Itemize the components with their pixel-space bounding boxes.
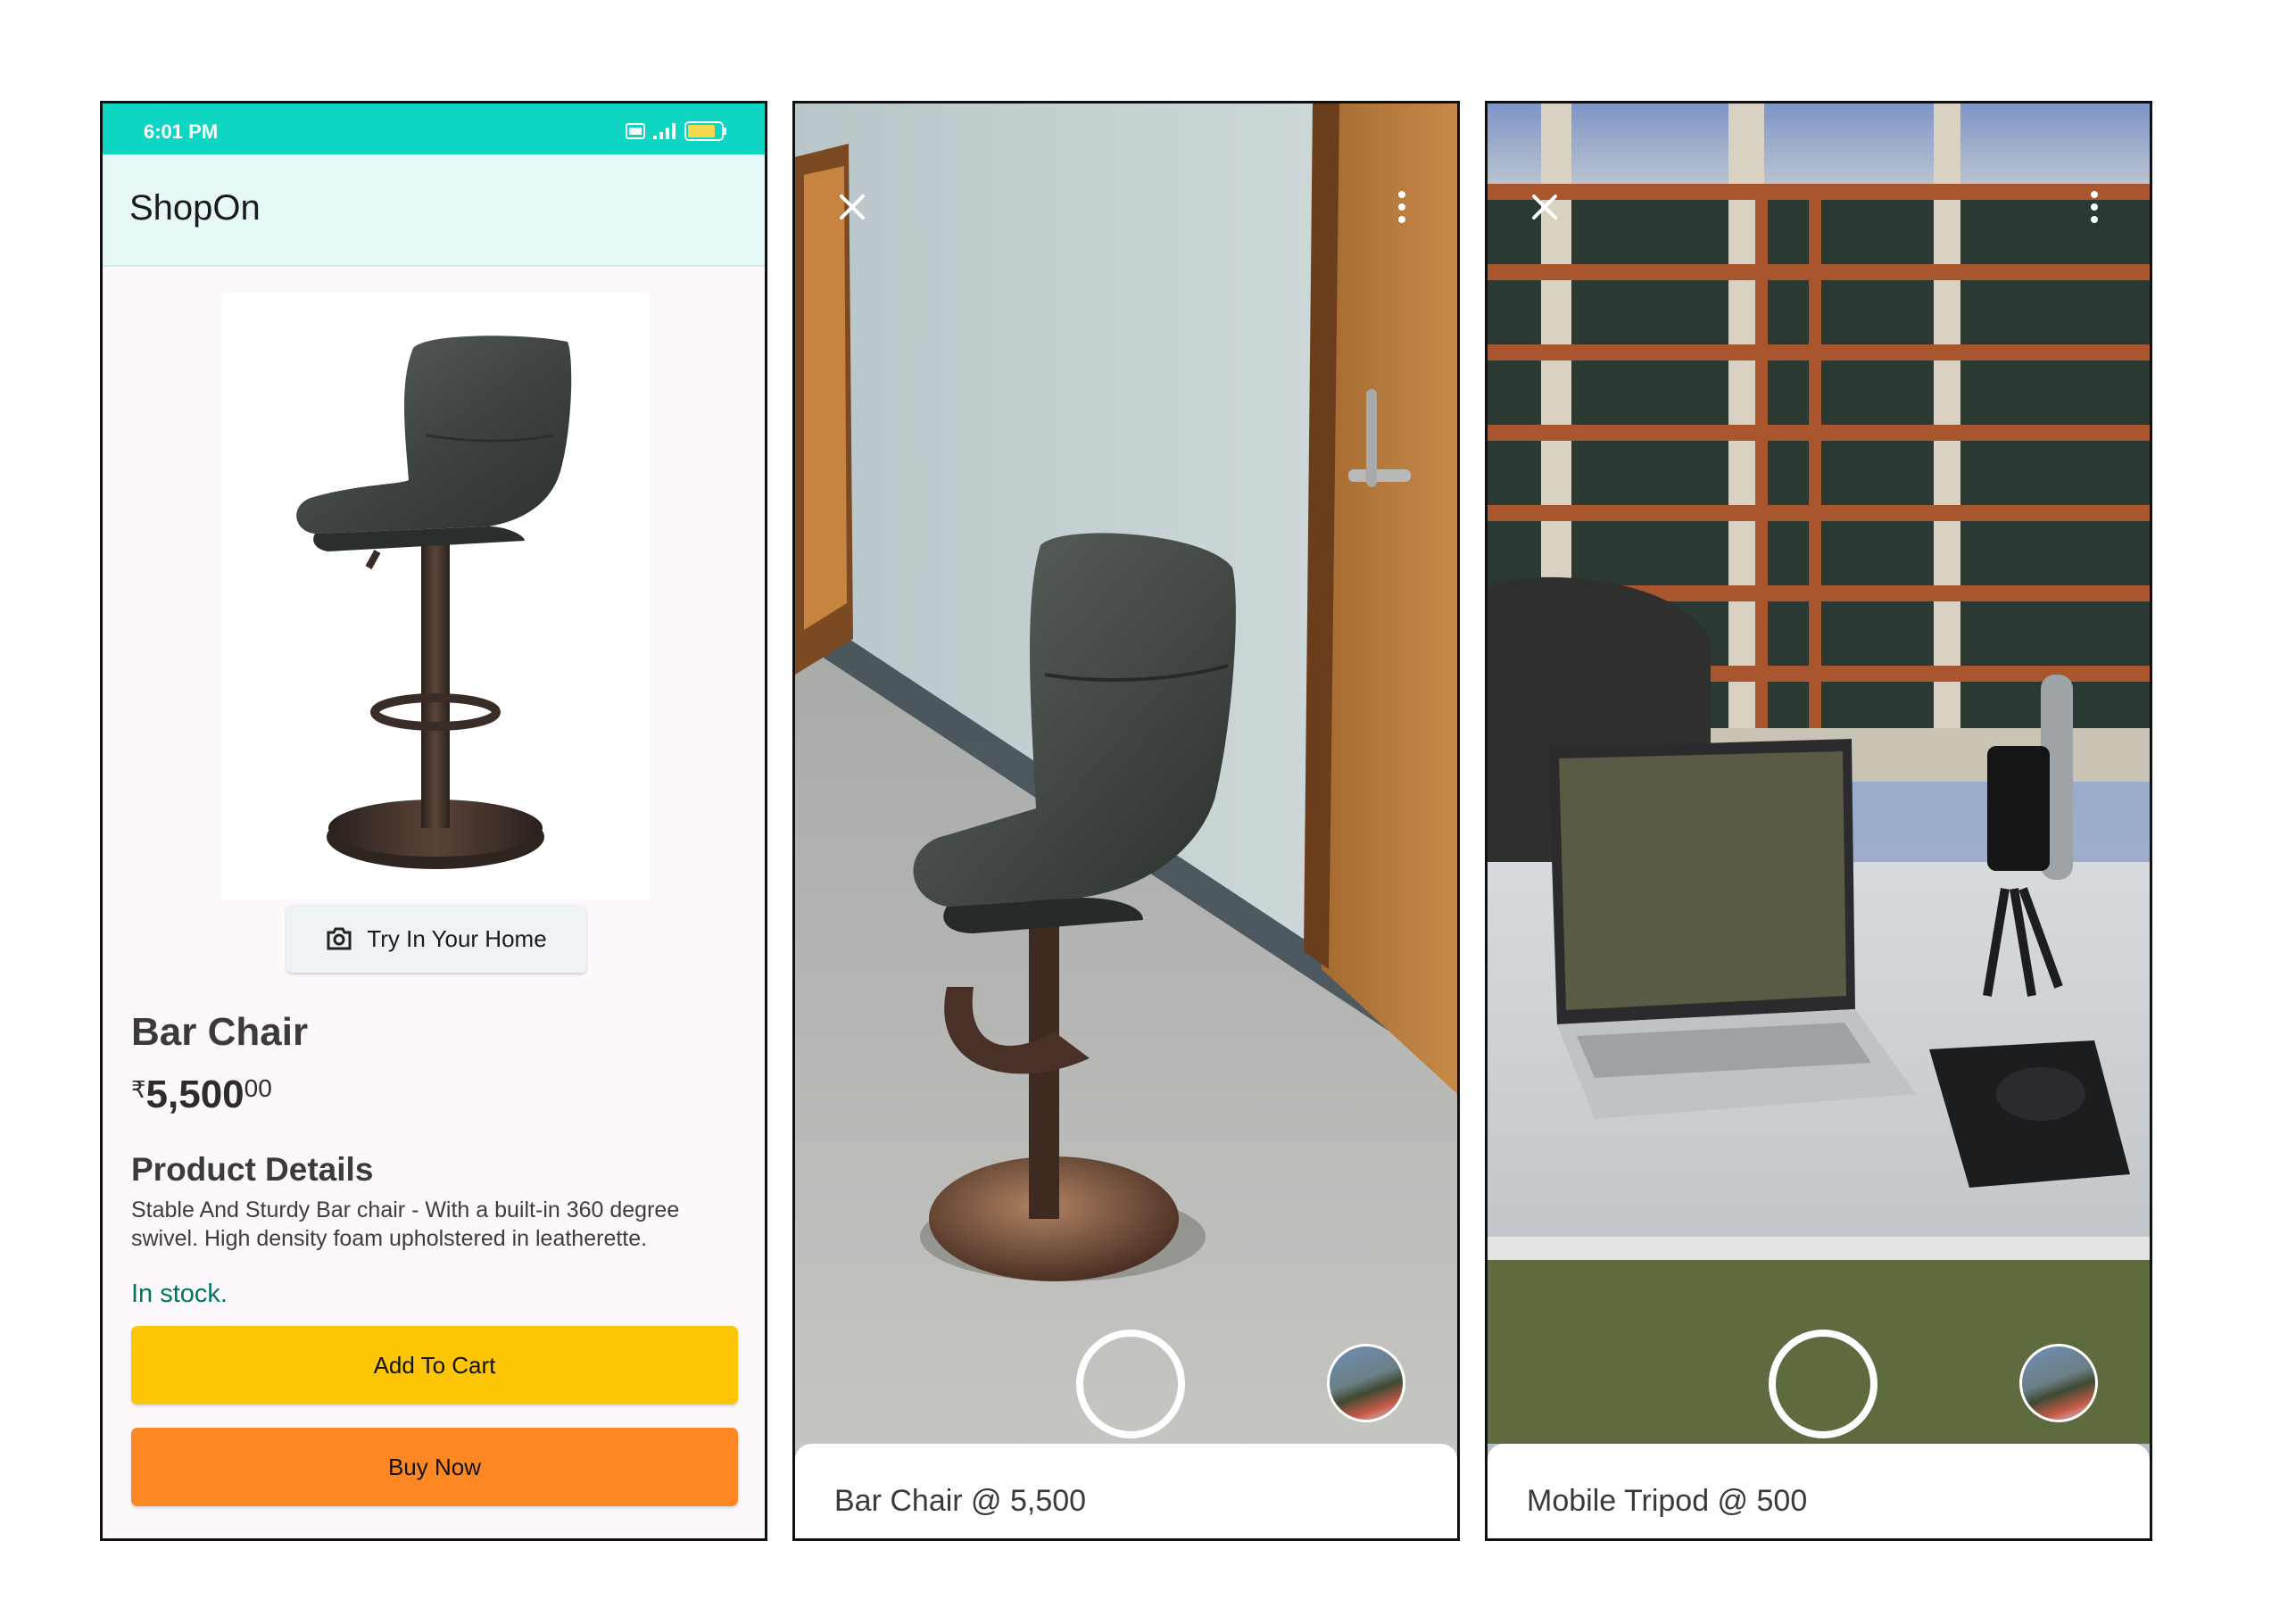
ar-product-label: Mobile Tripod @ 500 [1527, 1484, 1808, 1518]
try-in-home-button[interactable]: Try In Your Home [286, 905, 586, 973]
ar-camera-view [795, 104, 1457, 1538]
ar-product-label: Bar Chair @ 5,500 [834, 1484, 1087, 1518]
volte-icon [626, 123, 645, 139]
ar-tripod-screen: Mobile Tripod @ 500 [1485, 101, 2152, 1541]
status-time: 6:01 PM [144, 120, 219, 143]
shutter-button[interactable] [1769, 1330, 1877, 1438]
add-to-cart-button[interactable]: Add To Cart [131, 1326, 738, 1404]
more-icon[interactable] [2089, 189, 2100, 225]
shutter-button[interactable] [1076, 1330, 1185, 1438]
details-text: Stable And Sturdy Bar chair - With a bui… [131, 1197, 680, 1251]
buy-now-button[interactable]: Buy Now [131, 1428, 738, 1506]
status-bar: 6:01 PM [103, 104, 765, 154]
try-button-label: Try In Your Home [367, 924, 547, 952]
signal-icon [653, 123, 676, 139]
app-title: ShopOn [129, 188, 261, 228]
status-icons [626, 121, 727, 141]
price-whole: 5,500 [145, 1073, 245, 1116]
buy-now-label: Buy Now [387, 1453, 482, 1480]
gallery-thumbnail[interactable] [2019, 1344, 2098, 1422]
gallery-thumbnail[interactable] [1327, 1344, 1405, 1422]
ar-camera-view [1488, 104, 2150, 1538]
product-price: ₹5,50000 [131, 1073, 272, 1117]
camera-icon [327, 927, 352, 950]
stock-status: In stock. [131, 1280, 228, 1308]
price-currency: ₹ [131, 1076, 146, 1103]
shop-product-screen: 6:01 PM ShopOn Try In Your Home Bar Chai… [100, 101, 767, 1541]
product-image [221, 293, 650, 899]
close-icon[interactable] [834, 189, 870, 225]
add-to-cart-label: Add To Cart [373, 1351, 496, 1379]
battery-icon [684, 121, 726, 141]
more-icon[interactable] [1397, 189, 1407, 225]
ar-chair-screen: Bar Chair @ 5,500 [792, 101, 1460, 1541]
app-bar: ShopOn [103, 154, 765, 267]
price-fraction: 00 [244, 1074, 272, 1102]
product-name: Bar Chair [131, 1010, 309, 1054]
details-heading: Product Details [131, 1151, 374, 1188]
close-icon[interactable] [1527, 189, 1562, 225]
